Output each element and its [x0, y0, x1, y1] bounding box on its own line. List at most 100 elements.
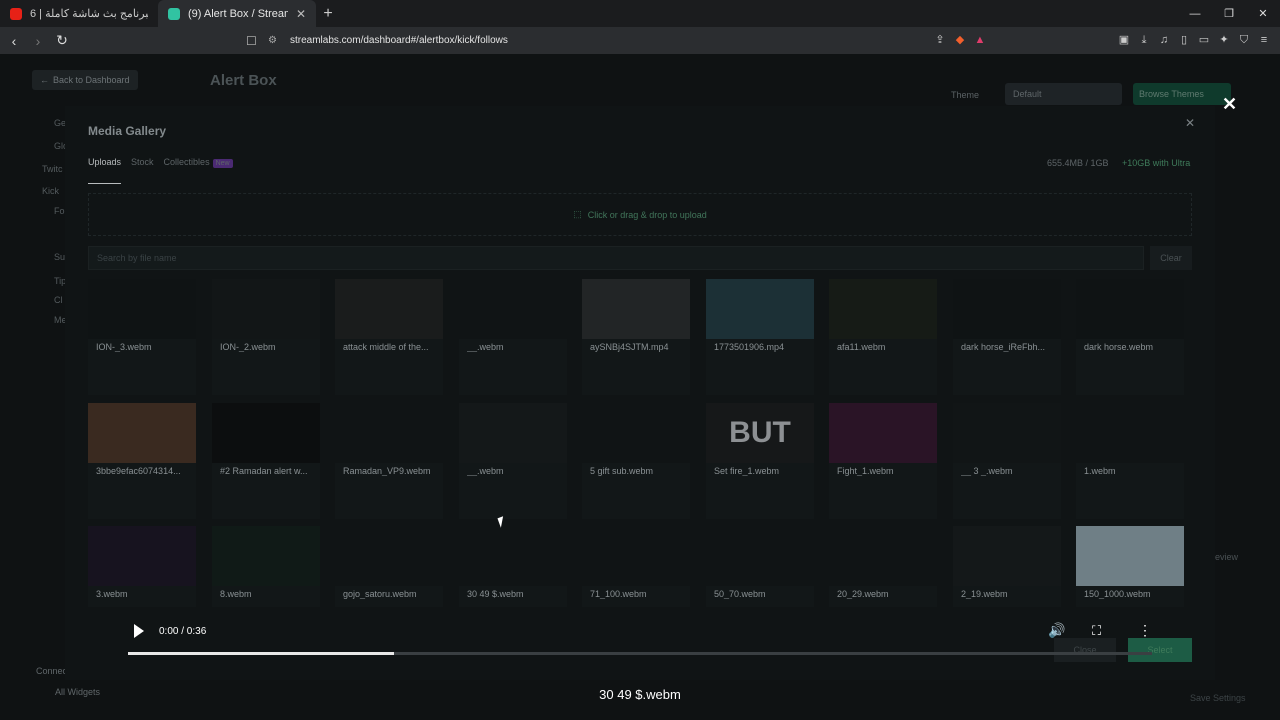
tab-stock[interactable]: Stock [131, 157, 154, 184]
modal-title: Media Gallery [88, 124, 167, 138]
vpn-icon[interactable]: ⛉ [1236, 32, 1252, 48]
media-thumbnail [953, 402, 1061, 463]
media-item[interactable]: 3.webm [88, 526, 196, 607]
media-item[interactable]: 5 gift sub.webm [582, 402, 690, 519]
brave-shield-icon[interactable]: ◆ [952, 32, 968, 48]
media-filename: __.webm [467, 342, 504, 352]
close-tab-icon[interactable]: ✕ [296, 7, 306, 21]
tab-collectibles[interactable]: Collectibles New [164, 157, 233, 184]
upload-dropzone[interactable]: ⬚ Click or drag & drop to upload [88, 193, 1192, 236]
play-icon[interactable] [134, 624, 144, 638]
forward-icon[interactable]: › [28, 33, 48, 49]
seek-progress [128, 652, 395, 655]
media-item[interactable]: #2 Ramadan alert w... [212, 402, 320, 519]
browser-nav-bar: ‹ › ↻ ☐ ⚙ streamlabs.com/dashboard#/aler… [0, 27, 1280, 54]
browse-themes-button[interactable]: Browse Themes [1133, 83, 1231, 105]
media-item[interactable]: ION-_3.webm [88, 279, 196, 395]
media-item[interactable]: afa11.webm [829, 279, 937, 395]
media-item[interactable]: gojo_satoru.webm [335, 526, 443, 607]
media-thumbnail [582, 402, 690, 463]
media-item[interactable]: 71_100.webm [582, 526, 690, 607]
upload-icon: ⬚ [573, 209, 582, 219]
media-item[interactable]: BUT Set fire_1.webm [706, 402, 814, 519]
media-item[interactable]: 2_19.webm [953, 526, 1061, 607]
preview-button[interactable]: review [1212, 552, 1238, 562]
close-preview-icon[interactable]: ✕ [1222, 94, 1237, 115]
media-thumbnail [88, 526, 196, 586]
media-item[interactable]: __.webm [459, 402, 567, 519]
browser-tab-bar: البرنامج بث شاشة كاملة | 6 | YouTube - (… [0, 0, 1280, 27]
sidebar-item-clips[interactable]: Cl [54, 295, 63, 305]
search-input[interactable]: Search by file name [88, 246, 1144, 270]
tab-streamlabs[interactable]: (9) Alert Box / Streamlabs ✕ [158, 0, 316, 27]
download-icon[interactable]: ⤓ [1136, 32, 1152, 48]
address-bar[interactable]: ☐ ⚙ streamlabs.com/dashboard#/alertbox/k… [246, 30, 992, 51]
media-item[interactable]: Ramadan_VP9.webm [335, 402, 443, 519]
clear-button[interactable]: Clear [1150, 246, 1192, 270]
menu-icon[interactable]: ≡ [1256, 32, 1272, 48]
ultra-upsell-link[interactable]: +10GB with Ultra [1122, 158, 1190, 168]
wallet-icon[interactable]: ▭ [1196, 32, 1212, 48]
media-item[interactable]: 1.webm [1076, 402, 1184, 519]
media-icon[interactable]: ♫ [1156, 32, 1172, 48]
restore-icon[interactable]: ❐ [1212, 7, 1246, 20]
back-icon[interactable]: ‹ [4, 33, 24, 49]
volume-icon[interactable]: 🔊 [1048, 622, 1065, 639]
seek-bar[interactable] [128, 652, 1152, 655]
media-item[interactable]: 20_29.webm [829, 526, 937, 607]
minimize-icon[interactable]: — [1178, 8, 1212, 20]
streamlabs-icon [168, 7, 180, 20]
media-item[interactable]: ION-_2.webm [212, 279, 320, 395]
media-filename: 8.webm [220, 589, 252, 599]
media-thumbnail: BUT [706, 402, 814, 463]
media-filename: 20_29.webm [837, 589, 889, 599]
media-item[interactable]: 3bbe9efac6074314... [88, 402, 196, 519]
media-filename: afa11.webm [837, 342, 886, 352]
reload-icon[interactable]: ↻ [52, 32, 72, 49]
media-thumbnail [88, 402, 196, 463]
share-icon[interactable]: ⇪ [932, 32, 948, 48]
media-item[interactable]: __ 3 _.webm [953, 402, 1061, 519]
media-item[interactable]: aySNBj4SJTM.mp4 [582, 279, 690, 395]
media-item[interactable]: attack middle of the... [335, 279, 443, 395]
media-filename: Ramadan_VP9.webm [343, 465, 431, 476]
media-filename: #2 Ramadan alert w... [220, 465, 308, 476]
site-info-icon[interactable]: ⚙ [268, 35, 284, 46]
bookmark-icon[interactable]: ☐ [246, 34, 262, 48]
media-item[interactable]: 30 49 $.webm [459, 526, 567, 607]
media-item[interactable]: 50_70.webm [706, 526, 814, 607]
media-item[interactable]: dark horse.webm [1076, 279, 1184, 395]
media-filename: 30 49 $.webm [467, 589, 524, 599]
media-item[interactable]: 8.webm [212, 526, 320, 607]
theme-select[interactable]: Default [1005, 83, 1122, 105]
sidebar-item-twitch[interactable]: Twitc [42, 164, 63, 174]
media-filename: attack middle of the... [343, 342, 429, 352]
new-badge: New [212, 159, 233, 168]
new-tab-button[interactable]: + [316, 5, 340, 23]
sidebar-item-kick[interactable]: Kick [42, 186, 59, 196]
back-to-dashboard-button[interactable]: ← Back to Dashboard [32, 70, 138, 90]
reader-icon[interactable]: ▣ [1116, 32, 1132, 48]
media-item[interactable]: Fight_1.webm [829, 402, 937, 519]
media-filename: 3.webm [96, 589, 128, 599]
select-button[interactable]: Select [1128, 638, 1192, 662]
more-options-icon[interactable]: ⋮ [1138, 622, 1152, 639]
media-filename: 2_19.webm [961, 589, 1008, 599]
media-thumbnail [829, 526, 937, 586]
media-thumbnail [582, 279, 690, 339]
window-controls: — ❐ ✕ [1178, 0, 1280, 27]
fullscreen-icon[interactable]: ⛶ [1092, 623, 1101, 639]
media-item[interactable]: 150_1000.webm [1076, 526, 1184, 607]
theme-label: Theme [951, 90, 980, 100]
tab-youtube[interactable]: البرنامج بث شاشة كاملة | 6 | YouTube - [0, 0, 158, 27]
brave-rewards-icon[interactable]: ▲ [972, 32, 988, 48]
media-item[interactable]: 1773501906.mp4 [706, 279, 814, 395]
media-item[interactable]: dark horse_iReFbh... [953, 279, 1061, 395]
modal-close-icon[interactable]: ✕ [1185, 116, 1195, 130]
leo-icon[interactable]: ✦ [1216, 32, 1232, 48]
close-button[interactable]: Close [1054, 638, 1116, 662]
close-window-icon[interactable]: ✕ [1246, 7, 1280, 20]
media-item[interactable]: __.webm [459, 279, 567, 395]
tab-uploads[interactable]: Uploads [88, 157, 122, 184]
sidebar-icon[interactable]: ▯ [1176, 32, 1192, 48]
